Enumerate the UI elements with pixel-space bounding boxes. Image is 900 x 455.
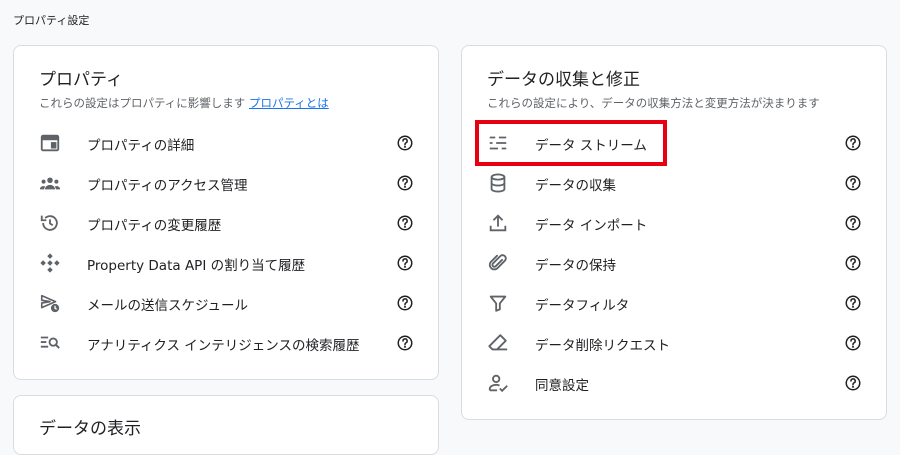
help-icon[interactable] [844, 134, 862, 152]
help-icon[interactable] [844, 294, 862, 312]
property-card-description: これらの設定はプロパティに影響します プロパティとは [39, 95, 329, 111]
data-collection-card: データの収集と修正 これらの設定により、データの収集方法と変更方法が決まります … [461, 45, 887, 420]
property-details-icon [37, 132, 63, 154]
menu-item-label: データ ストリーム [535, 138, 647, 154]
menu-item-scheduled-emails[interactable]: メールの送信スケジュール [14, 287, 438, 319]
what-is-property-link[interactable]: プロパティとは [249, 96, 329, 110]
menu-item-data-deletion-requests[interactable]: データ削除リクエスト [462, 327, 886, 359]
property-card-title: プロパティ [39, 70, 123, 90]
menu-item-change-history[interactable]: プロパティの変更履歴 [14, 207, 438, 239]
menu-item-property-details[interactable]: プロパティの詳細 [14, 127, 438, 159]
search-history-icon [37, 332, 63, 354]
menu-item-api-quota-history[interactable]: Property Data API の割り当て履歴 [14, 247, 438, 279]
menu-item-consent-settings[interactable]: 同意設定 [462, 367, 886, 399]
help-icon[interactable] [396, 254, 414, 272]
scheduled-send-icon [37, 292, 63, 314]
data-card-description: これらの設定により、データの収集方法と変更方法が決まります [487, 96, 820, 110]
menu-item-label: プロパティの詳細 [87, 138, 195, 154]
help-icon[interactable] [844, 214, 862, 232]
group-icon [37, 172, 63, 194]
history-icon [37, 212, 63, 234]
help-icon[interactable] [844, 174, 862, 192]
consent-icon [485, 372, 511, 394]
menu-item-label: データの保持 [535, 258, 616, 274]
menu-item-label: Property Data API の割り当て履歴 [87, 258, 306, 274]
data-display-card: データの表示 [13, 395, 439, 455]
menu-item-data-streams[interactable]: データ ストリーム [462, 127, 886, 159]
api-icon [37, 252, 63, 274]
property-card-description-text: これらの設定はプロパティに影響します [39, 96, 246, 110]
menu-item-label: アナリティクス インテリジェンスの検索履歴 [87, 338, 360, 354]
menu-item-label: データ削除リクエスト [535, 338, 670, 354]
menu-item-data-filters[interactable]: データフィルタ [462, 287, 886, 319]
data-card-title: データの収集と修正 [487, 70, 640, 90]
filter-icon [485, 292, 511, 314]
menu-item-label: データの収集 [535, 178, 616, 194]
data-stream-icon [485, 132, 511, 154]
help-icon[interactable] [396, 334, 414, 352]
property-card: プロパティ これらの設定はプロパティに影響します プロパティとは プロパティの詳… [13, 45, 439, 380]
menu-item-label: プロパティの変更履歴 [87, 218, 222, 234]
display-card-title: データの表示 [39, 419, 141, 439]
menu-item-label: データ インポート [535, 218, 648, 234]
help-icon[interactable] [396, 214, 414, 232]
menu-item-data-collection[interactable]: データの収集 [462, 167, 886, 199]
help-icon[interactable] [396, 134, 414, 152]
upload-icon [485, 212, 511, 234]
help-icon[interactable] [396, 294, 414, 312]
menu-item-intelligence-search-history[interactable]: アナリティクス インテリジェンスの検索履歴 [14, 327, 438, 359]
attachment-icon [485, 252, 511, 274]
menu-item-label: プロパティのアクセス管理 [87, 178, 248, 194]
help-icon[interactable] [844, 254, 862, 272]
help-icon[interactable] [844, 334, 862, 352]
menu-item-label: データフィルタ [535, 298, 630, 314]
menu-item-data-retention[interactable]: データの保持 [462, 247, 886, 279]
menu-item-data-import[interactable]: データ インポート [462, 207, 886, 239]
page-title: プロパティ設定 [13, 14, 90, 27]
database-icon [485, 172, 511, 194]
eraser-icon [485, 332, 511, 354]
menu-item-label: メールの送信スケジュール [87, 298, 249, 314]
menu-item-access-management[interactable]: プロパティのアクセス管理 [14, 167, 438, 199]
help-icon[interactable] [396, 174, 414, 192]
help-icon[interactable] [844, 374, 862, 392]
menu-item-label: 同意設定 [535, 378, 589, 394]
